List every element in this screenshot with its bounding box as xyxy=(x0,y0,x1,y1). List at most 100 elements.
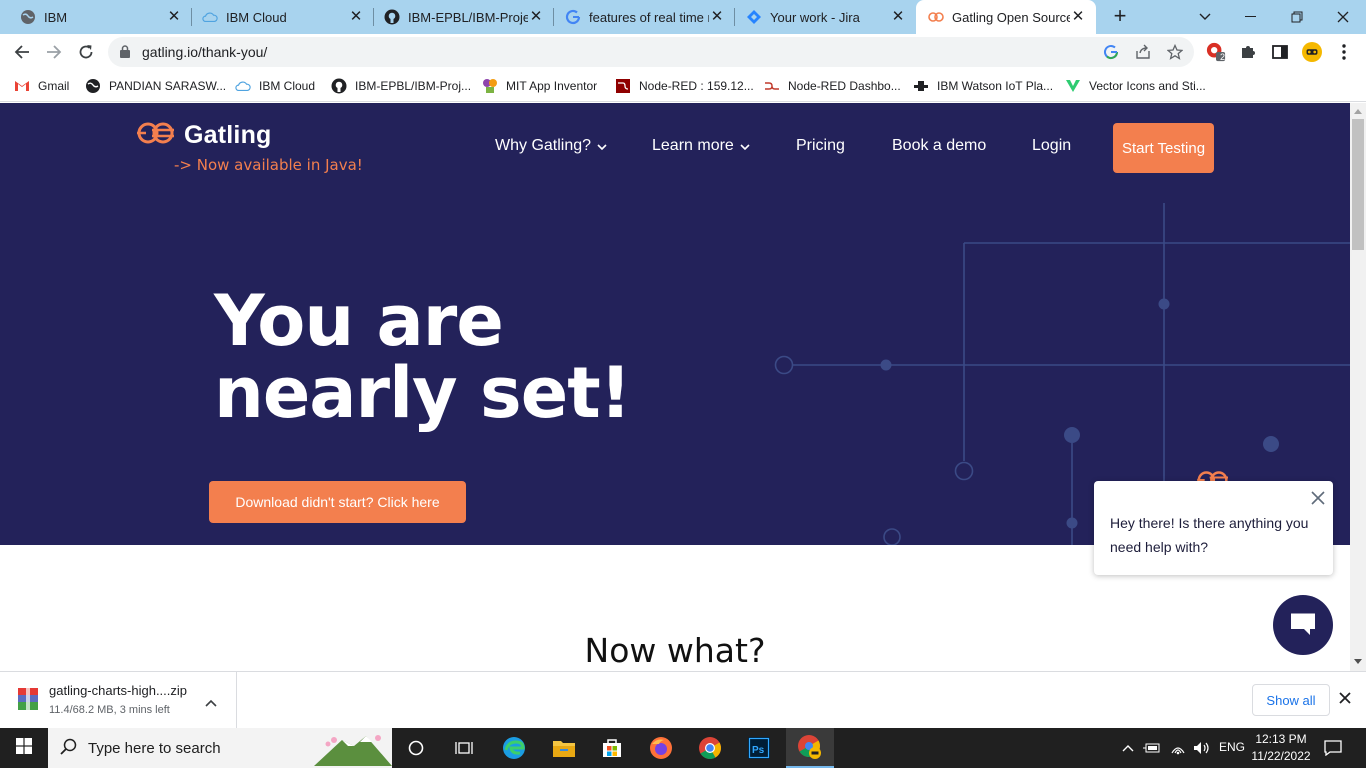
side-panel-icon[interactable] xyxy=(1270,42,1290,62)
google-translate-icon[interactable] xyxy=(1102,43,1120,61)
bookmark-github[interactable]: IBM-EPBL/IBM-Proj... xyxy=(331,76,471,96)
bookmark-mit-app-inventor[interactable]: MIT App Inventor xyxy=(482,76,597,96)
gatling-logo-icon xyxy=(136,121,176,150)
address-bar[interactable]: gatling.io/thank-you/ xyxy=(108,37,1194,67)
bookmarks-bar: Gmail PANDIAN SARASW... IBM Cloud IBM-EP… xyxy=(0,70,1366,102)
chevron-down-icon xyxy=(597,137,607,155)
input-language[interactable]: ENG xyxy=(1219,740,1245,754)
download-shelf: gatling-charts-high....zip 11.4/68.2 MB,… xyxy=(0,671,1366,728)
logo-text: Gatling xyxy=(184,121,272,149)
hero-title-line-2: nearly set! xyxy=(214,352,632,434)
start-testing-button[interactable]: Start Testing xyxy=(1113,123,1214,173)
wifi-icon[interactable] xyxy=(1168,728,1188,768)
close-icon[interactable]: ✕ xyxy=(1070,9,1086,25)
system-clock[interactable]: 12:13 PM 11/22/2022 xyxy=(1246,731,1316,765)
bookmark-node-red[interactable]: Node-RED : 159.12... xyxy=(615,76,754,96)
file-explorer-icon[interactable] xyxy=(540,728,588,768)
browser-tab-strip: IBM ✕ IBM Cloud ✕ IBM-EPBL/IBM-Project ✕… xyxy=(0,0,1366,34)
close-icon[interactable]: ✕ xyxy=(528,9,544,25)
share-icon[interactable] xyxy=(1134,43,1152,61)
chat-popup[interactable]: Hey there! Is there anything you need he… xyxy=(1094,481,1333,575)
chevron-up-icon[interactable] xyxy=(205,694,217,712)
notification-center-icon[interactable] xyxy=(1320,728,1346,768)
download-retry-button[interactable]: Download didn't start? Click here xyxy=(209,481,466,523)
tab-jira[interactable]: Your work - Jira ✕ xyxy=(726,0,916,34)
zip-archive-icon xyxy=(16,686,40,712)
close-icon[interactable]: ✕ xyxy=(166,9,182,25)
close-icon[interactable]: ✕ xyxy=(348,9,364,25)
battery-icon[interactable] xyxy=(1142,728,1162,768)
volume-icon[interactable] xyxy=(1192,728,1212,768)
tab-ibm[interactable]: IBM ✕ xyxy=(0,0,192,34)
back-button[interactable] xyxy=(8,38,36,66)
show-hidden-icons-chevron-icon[interactable] xyxy=(1120,728,1136,768)
edge-browser-icon[interactable] xyxy=(490,728,538,768)
close-icon[interactable] xyxy=(1339,691,1351,709)
lock-icon[interactable] xyxy=(120,45,130,63)
globe-icon xyxy=(85,78,101,94)
more-menu-icon[interactable] xyxy=(1334,42,1354,62)
download-item[interactable]: gatling-charts-high....zip 11.4/68.2 MB,… xyxy=(0,672,237,728)
url-text: gatling.io/thank-you/ xyxy=(142,44,268,60)
nav-why-gatling[interactable]: Why Gatling? xyxy=(495,137,607,155)
close-icon[interactable]: ✕ xyxy=(709,9,725,25)
new-tab-button[interactable]: + xyxy=(1108,5,1132,29)
java-tagline[interactable]: -> Now available in Java! xyxy=(174,156,363,174)
show-all-downloads-button[interactable]: Show all xyxy=(1252,684,1330,716)
nav-label: Learn more xyxy=(652,137,734,154)
tab-ibm-cloud[interactable]: IBM Cloud ✕ xyxy=(182,0,374,34)
bookmark-gmail[interactable]: Gmail xyxy=(14,76,69,96)
bookmark-star-icon[interactable] xyxy=(1166,43,1184,61)
windows-taskbar: Type here to search Ps ENG 12:13 PM 11/2… xyxy=(0,728,1366,768)
photoshop-icon[interactable]: Ps xyxy=(735,728,783,768)
restore-button[interactable] xyxy=(1274,0,1320,34)
bookmark-pandian[interactable]: PANDIAN SARASW... xyxy=(85,76,226,96)
scroll-up-arrow-icon[interactable] xyxy=(1354,109,1362,114)
cortana-icon[interactable] xyxy=(392,728,440,768)
bookmark-label: Gmail xyxy=(38,79,70,93)
app-inventor-icon xyxy=(482,78,498,94)
chat-launcher-button[interactable] xyxy=(1273,595,1333,655)
tab-label: features of real time n xyxy=(589,9,709,25)
firefox-icon[interactable] xyxy=(637,728,685,768)
taskbar-search-box[interactable]: Type here to search xyxy=(48,728,392,768)
clock-time: 12:13 PM xyxy=(1255,732,1307,746)
close-window-button[interactable] xyxy=(1320,0,1366,34)
nav-learn-more[interactable]: Learn more xyxy=(652,137,750,155)
microsoft-store-icon[interactable] xyxy=(588,728,636,768)
minimize-button[interactable] xyxy=(1228,0,1274,34)
bookmark-ibm-watson[interactable]: IBM Watson IoT Pla... xyxy=(913,76,1053,96)
scrollbar-thumb[interactable] xyxy=(1352,119,1364,250)
start-button[interactable] xyxy=(0,728,48,768)
nav-book-demo[interactable]: Book a demo xyxy=(892,137,986,155)
tab-gatling[interactable]: Gatling Open Source T ✕ xyxy=(916,0,1096,34)
gatling-logo[interactable]: Gatling xyxy=(136,121,272,150)
bookmark-label: MIT App Inventor xyxy=(506,79,598,93)
tab-google-search[interactable]: features of real time n ✕ xyxy=(545,0,735,34)
chat-bubble-icon xyxy=(1288,609,1318,642)
close-icon[interactable] xyxy=(1311,491,1325,510)
nav-login[interactable]: Login xyxy=(1032,137,1071,155)
extensions-puzzle-icon[interactable] xyxy=(1238,42,1258,62)
tab-github[interactable]: IBM-EPBL/IBM-Project ✕ xyxy=(364,0,554,34)
task-view-icon[interactable] xyxy=(440,728,488,768)
chrome-icon[interactable] xyxy=(686,728,734,768)
forward-button[interactable] xyxy=(40,38,68,66)
extension-badge-icon[interactable]: 2 xyxy=(1206,42,1226,62)
hero-section: Gatling -> Now available in Java! Why Ga… xyxy=(0,103,1350,545)
close-icon[interactable]: ✕ xyxy=(890,9,906,25)
bookmark-ibm-cloud[interactable]: IBM Cloud xyxy=(235,76,315,96)
page-scrollbar[interactable] xyxy=(1350,103,1366,671)
chrome-profile-active-icon[interactable] xyxy=(786,728,834,768)
tab-search-chevron-icon[interactable] xyxy=(1182,0,1228,34)
scroll-down-arrow-icon[interactable] xyxy=(1354,659,1362,664)
bookmark-node-red-dashboard[interactable]: Node-RED Dashbo... xyxy=(764,76,901,96)
tab-label: Gatling Open Source T xyxy=(952,9,1070,25)
profile-avatar[interactable] xyxy=(1302,42,1322,62)
bookmark-vector-icons[interactable]: Vector Icons and Sti... xyxy=(1065,76,1206,96)
bookmark-label: IBM-EPBL/IBM-Proj... xyxy=(355,79,472,93)
chevron-down-icon xyxy=(740,137,750,155)
bookmark-label: Node-RED Dashbo... xyxy=(788,79,901,93)
nav-pricing[interactable]: Pricing xyxy=(796,137,845,155)
reload-button[interactable] xyxy=(72,38,100,66)
